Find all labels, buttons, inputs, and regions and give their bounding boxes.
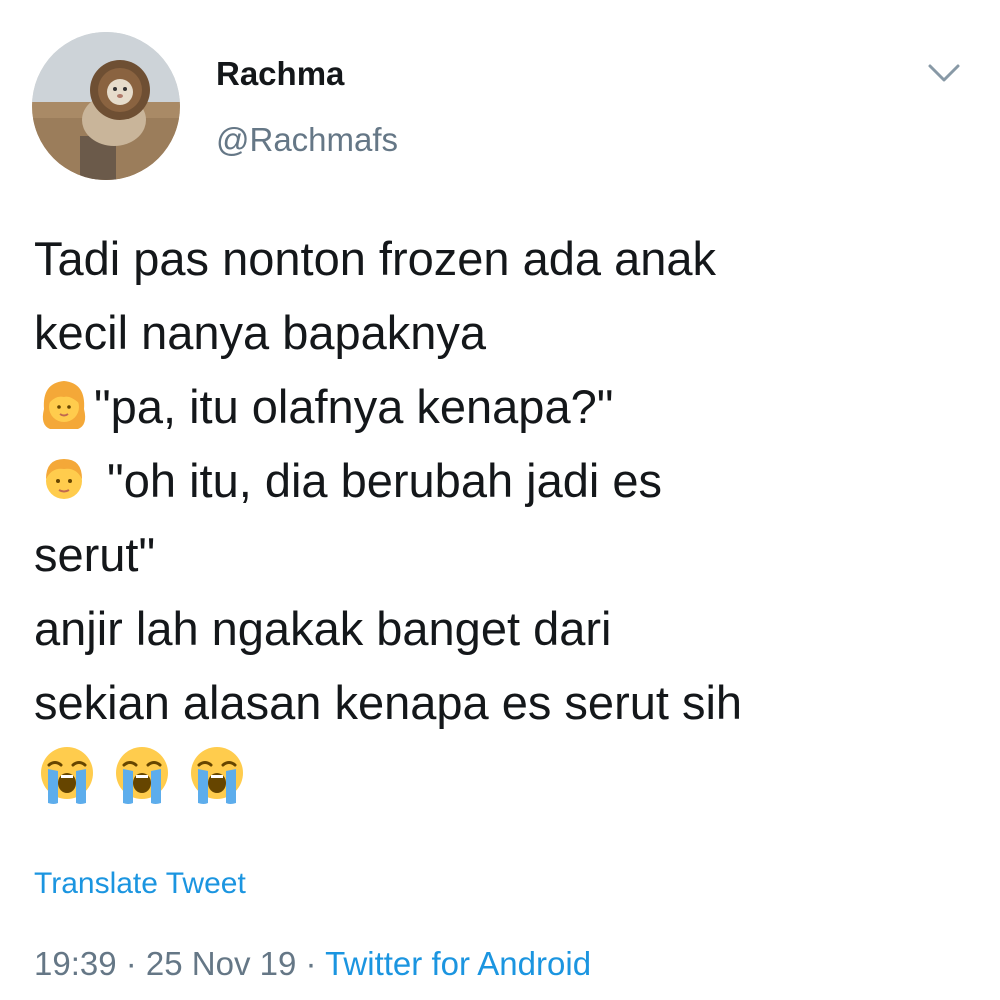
tweet-date[interactable]: 25 Nov 19 — [146, 945, 296, 982]
tweet-line: sekian alasan kenapa es serut sih — [34, 666, 964, 740]
tweet-line-text: sekian alasan kenapa es serut sih — [34, 676, 743, 729]
tweet-line-text: "pa, itu olafnya kenapa?" — [94, 380, 614, 433]
tweet-card: Rachma @Rachmafs Tadi pas nonton frozen … — [0, 0, 1000, 1000]
tweet-line: kecil nanya bapaknya — [34, 296, 964, 370]
user-handle[interactable]: @Rachmafs — [216, 118, 398, 162]
tweet-line-text: Tadi pas nonton frozen ada anak — [34, 232, 717, 285]
loudly-crying-face-emoji — [191, 747, 243, 804]
tweet-source-link[interactable]: Twitter for Android — [325, 945, 591, 982]
tweet-line-text: kecil nanya bapaknya — [34, 306, 487, 359]
loudly-crying-face-emoji — [116, 747, 168, 804]
tweet-time[interactable]: 19:39 — [34, 945, 117, 982]
avatar[interactable] — [32, 32, 180, 180]
translate-tweet-link[interactable]: Translate Tweet — [34, 862, 246, 906]
tweet-line: Tadi pas nonton frozen ada anak — [34, 222, 964, 296]
tweet-line: serut" — [34, 518, 964, 592]
loudly-crying-face-emoji — [41, 747, 93, 804]
chevron-down-icon[interactable] — [924, 58, 964, 88]
tweet-text: Tadi pas nonton frozen ada anak kecil na… — [34, 222, 964, 814]
tweet-line-text: "oh itu, dia berubah jadi es — [94, 454, 663, 507]
lion-mane-cat-avatar-image — [32, 32, 180, 180]
tweet-line: "oh itu, dia berubah jadi es — [34, 444, 964, 518]
boy-emoji — [46, 459, 82, 499]
separator: · — [116, 945, 146, 982]
tweet-line-text: anjir lah ngakak banget dari — [34, 602, 612, 655]
emoji-row — [34, 740, 964, 814]
tweet-line: "pa, itu olafnya kenapa?" — [34, 370, 964, 444]
display-name[interactable]: Rachma — [216, 52, 344, 96]
tweet-line-text: serut" — [34, 528, 156, 581]
tweet-metadata: 19:39 · 25 Nov 19 · Twitter for Android — [34, 940, 591, 988]
separator: · — [296, 945, 326, 982]
tweet-line: anjir lah ngakak banget dari — [34, 592, 964, 666]
girl-emoji — [42, 381, 86, 429]
